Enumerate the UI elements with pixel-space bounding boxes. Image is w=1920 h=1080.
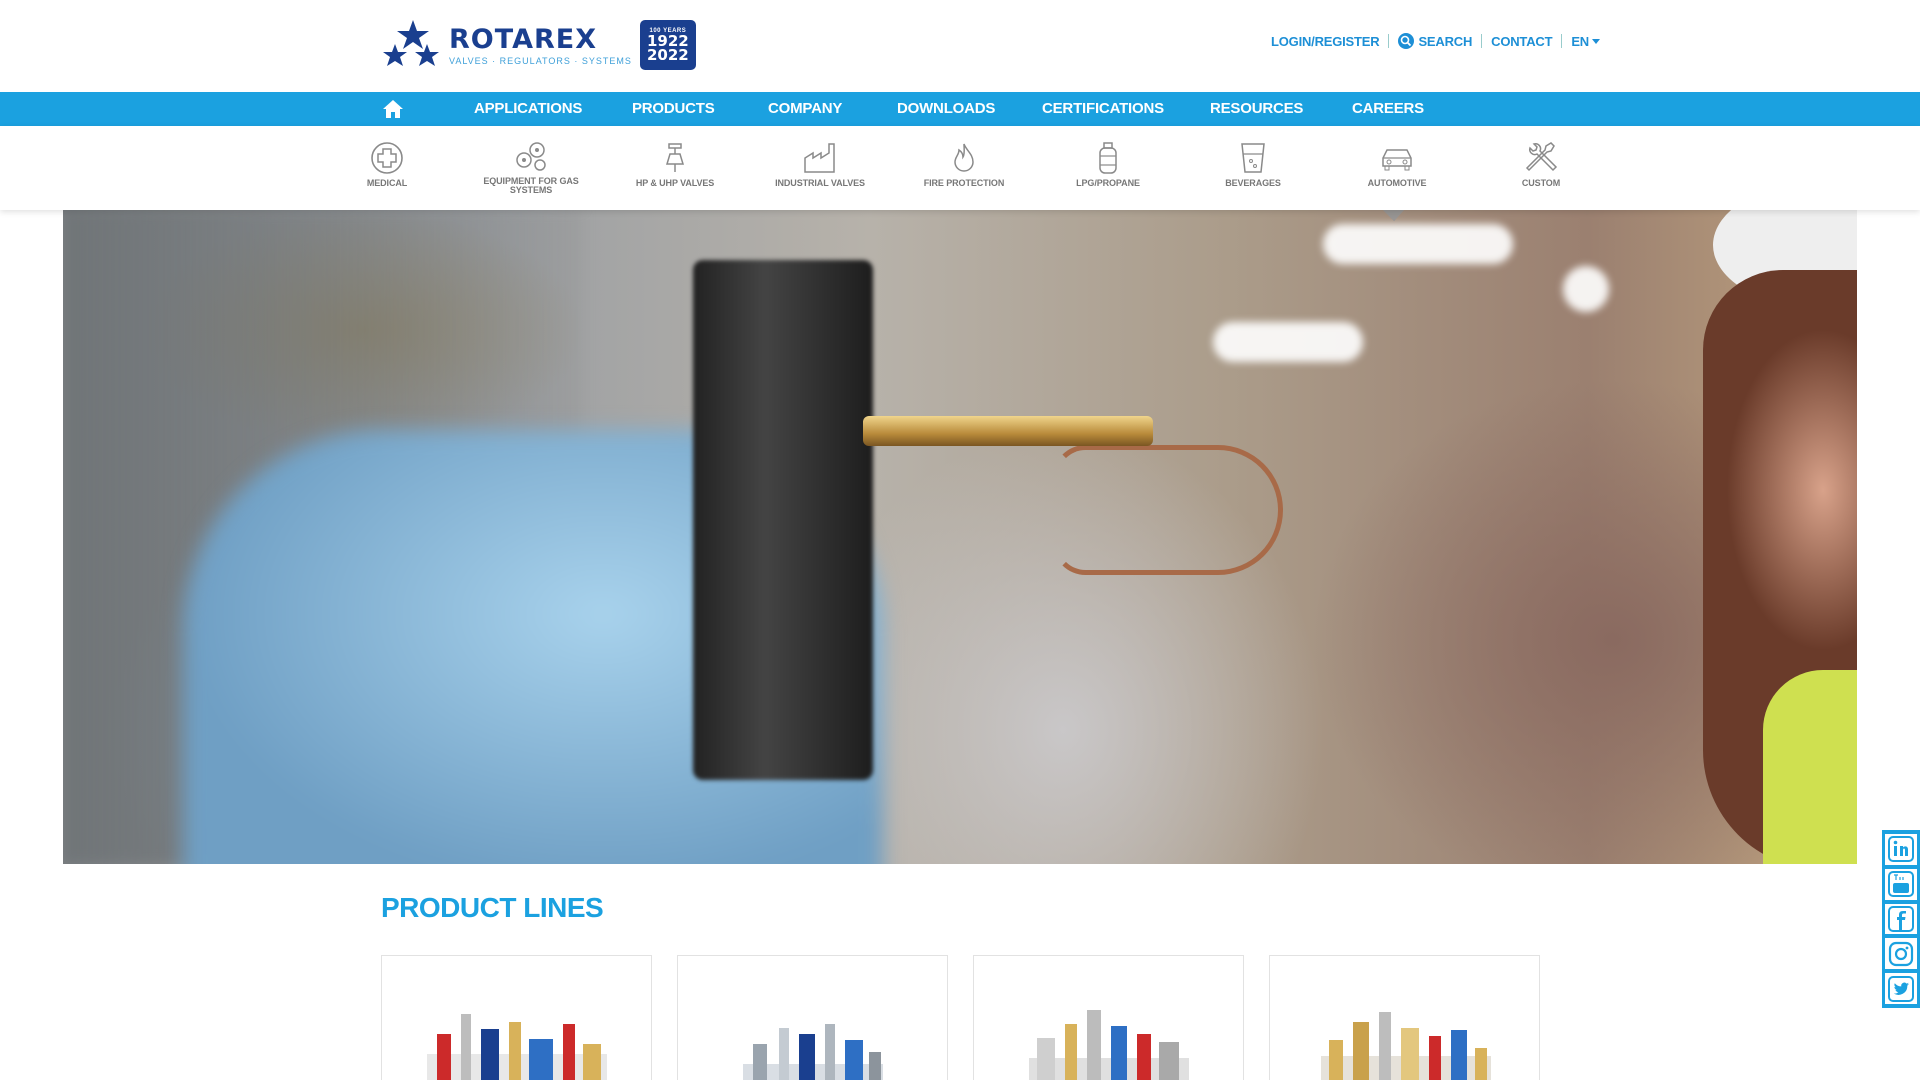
brand-name: ROTAREX	[449, 23, 598, 55]
contact-link[interactable]: CONTACT	[1482, 34, 1561, 49]
brand-tagline: VALVES · REGULATORS · SYSTEMS	[449, 55, 632, 66]
subnav-medical[interactable]: MEDICAL	[332, 140, 442, 188]
product-line-card-4[interactable]	[1269, 955, 1540, 1080]
nav-applications[interactable]: APPLICATIONS	[474, 92, 582, 126]
product-image	[1321, 1012, 1491, 1080]
youtube-icon	[1888, 871, 1914, 898]
hero-brass-fitting	[863, 416, 1153, 446]
subnav-label: CUSTOM	[1521, 178, 1561, 188]
hero-safety-vest	[1763, 670, 1857, 864]
facebook-button[interactable]	[1885, 903, 1917, 935]
logo-text: ROTAREX VALVES · REGULATORS · SYSTEMS	[449, 23, 632, 66]
rotarex-logo[interactable]: ROTAREX VALVES · REGULATORS · SYSTEMS 10…	[383, 18, 696, 72]
language-selector[interactable]: EN	[1562, 34, 1609, 49]
subnav-label: LPG/PROPANE	[1076, 178, 1140, 188]
main-nav: APPLICATIONS PRODUCTS COMPANY DOWNLOADS …	[0, 92, 1920, 126]
hero-image	[63, 210, 1857, 864]
subnav-label: MEDICAL	[366, 178, 408, 188]
nav-products[interactable]: PRODUCTS	[632, 92, 715, 126]
nav-resources[interactable]: RESOURCES	[1210, 92, 1303, 126]
subnav-hp-uhp-valves[interactable]: HP & UHP VALVES	[620, 140, 730, 188]
language-label: EN	[1571, 33, 1589, 49]
nav-downloads[interactable]: DOWNLOADS	[897, 92, 995, 126]
factory-icon	[804, 143, 835, 173]
gas-equipment-icon	[516, 142, 546, 171]
applications-subnav: MEDICAL EQUIPMENT FOR GAS SYSTEMS HP & U…	[0, 126, 1920, 210]
subnav-label: BEVERAGES	[1225, 178, 1281, 188]
nav-company[interactable]: COMPANY	[768, 92, 842, 126]
top-links: LOGIN/REGISTER SEARCH CONTACT EN	[1262, 33, 1609, 49]
beverage-glass-icon	[1241, 143, 1265, 173]
linkedin-button[interactable]	[1885, 834, 1917, 865]
subnav-gas-equipment[interactable]: EQUIPMENT FOR GAS SYSTEMS	[476, 138, 586, 195]
hero-valve	[693, 260, 873, 780]
site-header: ROTAREX VALVES · REGULATORS · SYSTEMS 10…	[0, 0, 1920, 92]
subnav-lpg-propane[interactable]: LPG/PROPANE	[1053, 140, 1163, 188]
subnav-label: FIRE PROTECTION	[923, 178, 1005, 188]
subnav-label: INDUSTRIAL VALVES	[775, 178, 865, 188]
home-icon[interactable]	[382, 99, 404, 119]
nav-careers[interactable]: CAREERS	[1352, 92, 1424, 126]
car-icon	[1382, 149, 1412, 171]
nav-certifications[interactable]: CERTIFICATIONS	[1042, 92, 1164, 126]
product-image	[427, 1014, 607, 1080]
product-line-card-3[interactable]	[973, 955, 1244, 1080]
subnav-label-line2: SYSTEMS	[509, 185, 553, 195]
login-register-link[interactable]: LOGIN/REGISTER	[1262, 34, 1388, 49]
subnav-industrial-valves[interactable]: INDUSTRIAL VALVES	[765, 140, 875, 188]
valve-icon	[665, 143, 685, 172]
search-label: SEARCH	[1418, 33, 1473, 49]
chevron-down-icon	[1592, 38, 1600, 44]
twitter-button[interactable]	[1885, 973, 1917, 1004]
subnav-label: AUTOMOTIVE	[1367, 178, 1427, 188]
product-image	[743, 1024, 883, 1080]
product-image	[1029, 1010, 1189, 1080]
anniversary-badge: 100 YEARS 1922 2022	[639, 20, 696, 70]
youtube-button[interactable]	[1885, 868, 1917, 900]
search-icon	[1398, 33, 1415, 49]
linkedin-icon	[1888, 836, 1914, 863]
product-line-card-1[interactable]	[381, 955, 652, 1080]
subnav-automotive[interactable]: AUTOMOTIVE	[1342, 140, 1452, 188]
product-lines-title: PRODUCT LINES	[381, 892, 604, 923]
gas-cylinder-icon	[1099, 142, 1117, 174]
social-sidebar	[1882, 830, 1920, 1008]
instagram-button[interactable]	[1885, 938, 1917, 970]
flame-icon	[954, 143, 974, 172]
hero-copper-tube	[1053, 445, 1283, 575]
instagram-icon	[1888, 941, 1914, 966]
product-line-card-2[interactable]	[677, 955, 948, 1080]
twitter-icon	[1888, 975, 1914, 1002]
subnav-fire-protection[interactable]: FIRE PROTECTION	[909, 140, 1019, 188]
tools-icon	[1525, 142, 1558, 172]
subnav-custom[interactable]: CUSTOM	[1486, 140, 1596, 188]
medical-cross-icon	[371, 142, 403, 174]
badge-year-2: 2022	[647, 46, 689, 64]
search-link[interactable]: SEARCH	[1389, 33, 1481, 49]
stars-logo-icon	[383, 20, 439, 66]
facebook-icon	[1888, 905, 1914, 932]
subnav-label: HP & UHP VALVES	[635, 178, 715, 188]
subnav-beverages[interactable]: BEVERAGES	[1198, 140, 1308, 188]
